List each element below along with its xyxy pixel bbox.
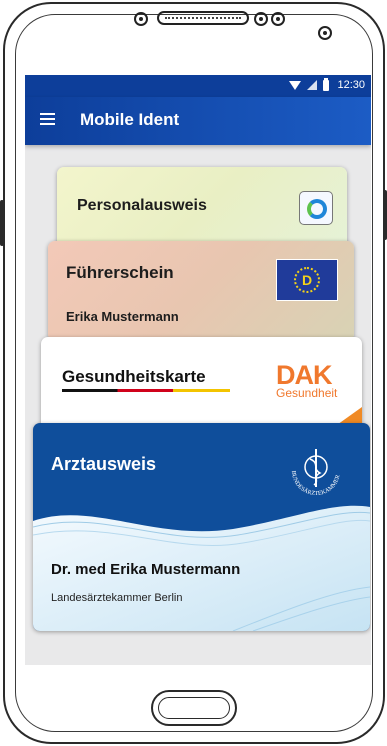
card-title: Führerschein	[66, 263, 174, 282]
card-issuer: Landesärztekammer Berlin	[51, 592, 183, 604]
app-bar: Mobile Ident	[25, 97, 371, 145]
bundesaerztekammer-seal-icon: BUNDESÄRZTEKAMMER	[290, 449, 342, 497]
card-gesundheitskarte[interactable]: Gesundheitskarte DAK Gesundheit	[41, 337, 362, 437]
hamburger-menu-icon[interactable]	[40, 113, 55, 127]
wifi-icon	[289, 80, 302, 90]
card-arztausweis[interactable]: Arztausweis BUNDESÄRZTEKAMMER Dr. med Er…	[33, 423, 370, 631]
ring-logo-icon	[299, 191, 333, 225]
battery-icon	[323, 77, 330, 91]
card-title: Personalausweis	[77, 197, 207, 214]
power-key	[383, 190, 387, 240]
app-title: Mobile Ident	[80, 110, 180, 129]
insurer-subtitle: Gesundheit	[276, 386, 338, 400]
eu-flag-icon: D	[276, 259, 338, 301]
card-title: Arztausweis	[51, 454, 157, 474]
light-sensor	[271, 12, 285, 26]
home-button[interactable]	[151, 690, 237, 726]
card-fuehrerschein[interactable]: Führerschein Erika Mustermann D	[48, 241, 354, 341]
country-code: D	[301, 272, 313, 288]
speaker-grill	[157, 11, 249, 25]
volume-key	[0, 200, 4, 246]
proximity-sensor	[134, 12, 148, 26]
status-bar: 12:30	[25, 75, 371, 97]
status-time: 12:30	[337, 79, 365, 91]
card-title: Gesundheitskarte	[62, 367, 206, 386]
app-screen: 12:30 Mobile Ident Personalausweis Führe…	[25, 75, 371, 665]
flag-stripes	[62, 389, 230, 392]
card-holder-name: Erika Mustermann	[66, 309, 179, 324]
insurer-name: DAK	[276, 360, 333, 390]
dak-logo: DAK Gesundheit	[276, 360, 350, 400]
sensor-dot	[318, 26, 332, 40]
signal-icon	[307, 80, 318, 90]
front-camera	[254, 12, 268, 26]
card-holder-name: Dr. med Erika Mustermann	[51, 561, 241, 578]
